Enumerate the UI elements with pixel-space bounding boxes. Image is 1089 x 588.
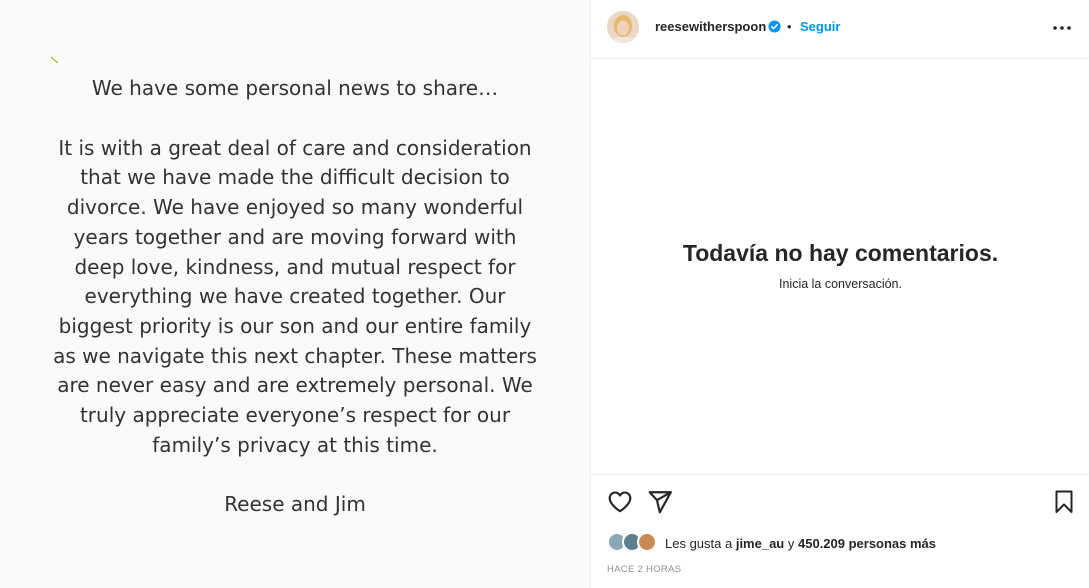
likes-text: Les gusta a jime_au y 450.209 personas m… bbox=[665, 536, 936, 551]
likes-prefix: Les gusta a bbox=[665, 535, 736, 551]
post-actions: Les gusta a jime_au y 450.209 personas m… bbox=[591, 474, 1089, 588]
statement-line: biggest priority is our son and our enti… bbox=[58, 313, 532, 338]
statement-line: are never easy and are extremely persona… bbox=[57, 373, 533, 398]
statement-line: family’s privacy at this time. bbox=[152, 432, 438, 457]
statement-line: divorce. We have enjoyed so many wonderf… bbox=[66, 195, 524, 220]
separator-dot: • bbox=[787, 19, 792, 34]
bookmark-icon[interactable] bbox=[1052, 489, 1076, 515]
empty-comments-subtitle: Inicia la conversación. bbox=[779, 277, 902, 291]
more-options-icon[interactable] bbox=[1049, 18, 1075, 38]
statement-gap bbox=[30, 460, 560, 490]
paper-plane-icon[interactable] bbox=[647, 489, 673, 515]
liker-avatar bbox=[637, 532, 657, 552]
statement-line: We have some personal news to share… bbox=[91, 76, 499, 100]
post-header: reesewitherspoon • Seguir bbox=[591, 0, 1089, 59]
statement-line: years together and are moving forward wi… bbox=[73, 224, 517, 249]
post-image[interactable]: We have some personal news to share… It i… bbox=[0, 0, 590, 588]
heart-icon[interactable] bbox=[607, 489, 633, 515]
likes-summary: Les gusta a jime_au y 450.209 personas m… bbox=[607, 532, 936, 554]
likes-count-link[interactable]: 450.209 personas más bbox=[798, 536, 936, 551]
empty-comments-title: Todavía no hay comentarios. bbox=[682, 240, 999, 266]
follow-button[interactable]: Seguir bbox=[800, 19, 840, 34]
username-link[interactable]: reesewitherspoon bbox=[655, 19, 766, 34]
liker-username-link[interactable]: jime_au bbox=[736, 536, 784, 551]
statement-line: that we have made the difficult decision… bbox=[80, 165, 510, 190]
avatar[interactable] bbox=[607, 11, 639, 43]
statement-line: It is with a great deal of care and cons… bbox=[58, 135, 532, 160]
statement-line: as we navigate this next chapter. These … bbox=[53, 343, 537, 368]
statement-line: deep love, kindness, and mutual respect … bbox=[74, 254, 516, 279]
post-timestamp[interactable]: HACE 2 HORAS bbox=[607, 564, 681, 575]
statement-line: everything we have created together. Our bbox=[84, 284, 506, 309]
statement-line: Reese and Jim bbox=[224, 492, 366, 517]
statement-text: We have some personal news to share… It i… bbox=[30, 74, 560, 520]
likes-middle: y bbox=[784, 535, 798, 551]
leaf-mark-icon bbox=[50, 56, 59, 64]
post-side-panel: reesewitherspoon • Seguir Todavía no hay… bbox=[590, 0, 1089, 588]
avatar-photo-icon bbox=[607, 11, 639, 43]
verified-badge-icon bbox=[768, 20, 781, 33]
statement-line: truly appreciate everyone’s respect for … bbox=[79, 403, 511, 428]
statement-gap bbox=[30, 104, 560, 134]
liker-avatars[interactable] bbox=[607, 532, 661, 554]
